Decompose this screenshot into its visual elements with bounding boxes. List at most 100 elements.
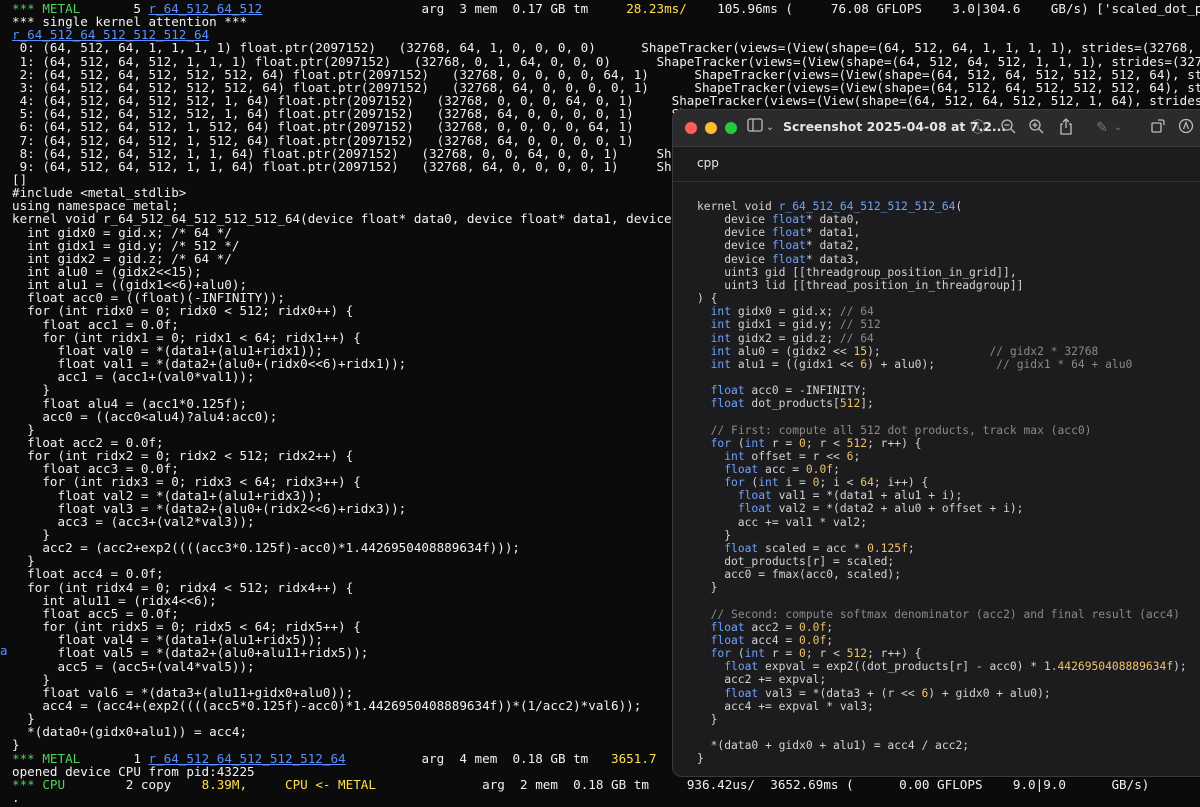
code-token: float xyxy=(710,633,745,647)
code-line: *(data0 + gidx0 + alu1) = acc4 / acc2; xyxy=(697,739,969,752)
code-line: acc2 += expval; xyxy=(697,673,826,686)
code-token: ; r++) { xyxy=(867,436,922,450)
preview-window[interactable]: ⌄ Screenshot 2025-04-08 at 7.2... ⓘ ✎ ⌄ … xyxy=(672,109,1200,777)
code-token: float xyxy=(771,252,806,266)
code-line: float acc0 = -INFINITY; xyxy=(697,384,867,397)
zoom-in-icon[interactable] xyxy=(1027,118,1045,138)
code-line: float acc = 0.0f; xyxy=(697,463,840,476)
share-icon[interactable] xyxy=(1057,118,1075,138)
code-token: int xyxy=(710,331,732,345)
code-token: float xyxy=(724,660,759,674)
code-token: acc0 = -INFINITY; xyxy=(744,384,868,398)
code-token: int xyxy=(744,436,766,450)
terminal-text: 105.96ms ( 76.08 GFLOPS 3.0|304.6 GB/s) … xyxy=(717,1,1200,16)
code-token: int xyxy=(710,357,732,371)
terminal-line: 9: (64, 512, 64, 512, 1, 1, 64) float.pt… xyxy=(12,158,695,174)
code-token: 512 xyxy=(839,397,861,411)
code-line: for (int r = 0; r < 512; r++) { xyxy=(697,647,922,660)
code-token: ; r++) { xyxy=(867,647,922,661)
code-line: dot_products[r] = scaled; xyxy=(697,555,894,568)
code-token: device xyxy=(697,213,772,227)
markup-icon[interactable] xyxy=(1177,118,1195,138)
code-token: ) + gidx0 + alu0); xyxy=(928,686,1051,700)
code-token: offset = r << xyxy=(744,449,847,463)
code-token: dot_products[ xyxy=(744,397,840,411)
code-line: acc4 += expval * val3; xyxy=(697,700,874,713)
terminal-text: 9: (64, 512, 64, 512, 1, 1, 64) float.pt… xyxy=(12,158,695,174)
code-token: 0.0f xyxy=(799,633,827,647)
terminal-text: *(data0+(gidx0+alu1)) = acc4; xyxy=(12,724,248,740)
code-line: } xyxy=(697,581,718,594)
code-line: device float* data3, xyxy=(697,253,860,266)
code-line: int gidx0 = gid.x; // 64 xyxy=(697,305,874,318)
code-token: // gidx2 * 32768 xyxy=(989,344,1099,358)
code-token: device xyxy=(697,252,772,266)
code-line: for (int r = 0; r < 512; r++) { xyxy=(697,437,922,450)
terminal-text: *** CPU xyxy=(12,776,66,792)
terminal-text: acc4 = (acc4+(exp2((((acc5*0.125f)-acc0)… xyxy=(12,697,642,713)
terminal-text: CPU <- METAL xyxy=(284,776,376,792)
terminal-line: acc4 = (acc4+(exp2((((acc5*0.125f)-acc0)… xyxy=(12,699,641,712)
minimize-button[interactable] xyxy=(705,122,717,134)
code-token: * data2, xyxy=(805,239,861,253)
chevron-down-icon[interactable]: ⌄ xyxy=(1113,118,1123,138)
code-line: device float* data0, xyxy=(697,213,860,226)
zoom-out-icon[interactable] xyxy=(999,118,1017,138)
code-token: ) { xyxy=(697,292,718,306)
code-token: ( xyxy=(731,436,745,450)
code-token: ]; xyxy=(860,397,874,411)
code-token: float xyxy=(710,620,745,634)
close-button[interactable] xyxy=(685,122,697,134)
code-token: uint3 lid [[thread_position_in_threadgro… xyxy=(697,278,1024,292)
code-token: int xyxy=(724,449,745,463)
code-token: r = xyxy=(765,647,800,661)
zoom-button[interactable] xyxy=(725,122,737,134)
code-token: float xyxy=(724,541,759,555)
code-line: // Second: compute softmax denominator (… xyxy=(697,608,1180,621)
code-token: * data3, xyxy=(805,252,861,266)
code-token: // 64 xyxy=(839,305,874,319)
code-token: float xyxy=(737,489,772,503)
code-token: ; r < xyxy=(805,436,847,450)
code-token: i = xyxy=(778,476,813,490)
code-token: 15 xyxy=(853,344,868,358)
code-line: int alu0 = (gidx2 << 15); // gidx2 * 327… xyxy=(697,344,1099,358)
rotate-icon[interactable] xyxy=(1149,118,1167,138)
code-token: r_64_512_64_512_512_512_64 xyxy=(778,200,956,213)
code-token: val2 = *(data2 + alu0 + offset + i); xyxy=(771,502,1024,516)
window-titlebar[interactable]: ⌄ Screenshot 2025-04-08 at 7.2... ⓘ ✎ ⌄ xyxy=(673,110,1200,147)
code-token: expval = exp2((dot_products[r] - acc0) * xyxy=(758,660,1044,674)
code-line: float val1 = *(data1 + alu1 + i); xyxy=(697,489,962,502)
code-line: device float* data2, xyxy=(697,239,860,252)
code-token: gidx0 = gid.x; xyxy=(731,305,840,319)
terminal-text: arg 3 mem 0.17 GB tm xyxy=(262,1,627,16)
code-token: float xyxy=(710,397,745,411)
code-token: 1.4426950408889634f xyxy=(1043,660,1174,674)
code-token: acc += val1 * val2; xyxy=(697,515,868,529)
code-token: 0.0f xyxy=(799,620,827,634)
info-icon[interactable]: ⓘ xyxy=(969,118,987,138)
code-token: float xyxy=(724,463,759,476)
code-token: uint3 gid [[threadgroup_position_in_grid… xyxy=(697,265,1017,279)
markup-pen-icon[interactable]: ✎ xyxy=(1093,118,1111,138)
code-token: acc2 = xyxy=(744,620,800,634)
code-line: } xyxy=(697,529,731,542)
code-line: } xyxy=(697,713,718,726)
sidebar-toggle-icon[interactable] xyxy=(747,118,763,138)
code-token: ; xyxy=(826,633,834,647)
terminal-left-edge-char: a xyxy=(0,643,8,658)
code-line: float val3 = *(data3 + (r << 6) + gidx0 … xyxy=(697,687,1051,700)
code-line: float dot_products[512]; xyxy=(697,397,874,410)
code-token: int xyxy=(744,647,766,661)
code-token: *(data0 + gidx0 + alu1) = acc4 / acc2; xyxy=(697,739,970,753)
code-token: 0.0f xyxy=(805,463,834,476)
chevron-down-icon[interactable]: ⌄ xyxy=(765,118,775,138)
